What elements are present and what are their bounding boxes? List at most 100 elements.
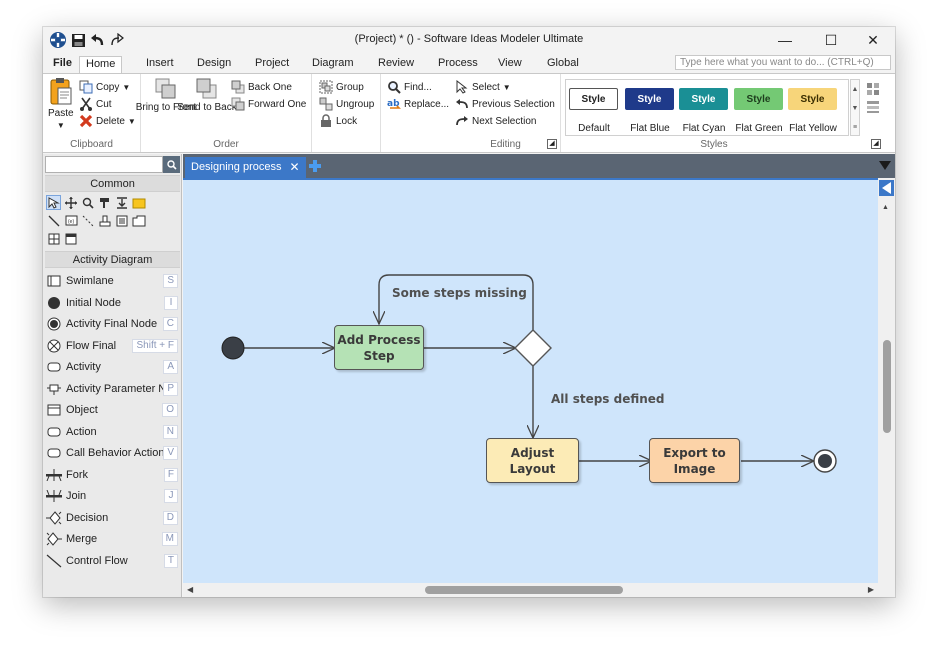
scroll-up-icon[interactable]: ▲ — [882, 204, 889, 211]
minimize-button[interactable]: — — [763, 27, 807, 53]
label-all-steps-defined[interactable]: All steps defined — [551, 392, 665, 406]
format-painter-icon[interactable] — [97, 195, 112, 210]
styles-grid-icon[interactable] — [866, 82, 880, 96]
close-button[interactable]: ✕ — [851, 27, 895, 53]
list-tool-icon[interactable] — [114, 213, 129, 228]
flow-loop-back[interactable] — [379, 274, 534, 330]
maximize-button[interactable]: ☐ — [809, 27, 853, 53]
tab-view[interactable]: View — [492, 56, 528, 73]
tab-insert[interactable]: Insert — [140, 56, 180, 73]
toolbox-item-call-behavior-action[interactable]: Call Behavior Action V — [46, 443, 178, 463]
toolbox-item-flow-final[interactable]: Flow Final Shift + F — [46, 336, 178, 356]
horizontal-scrollbar[interactable]: ◀ ▶ — [183, 583, 878, 597]
toolbox-item-action[interactable]: Action N — [46, 422, 178, 442]
frame-tool-icon[interactable] — [131, 213, 146, 228]
editing-group: Select ▼ Previous Selection Next Selecti… — [451, 74, 561, 152]
style-swatch-flat-cyan[interactable]: Style — [679, 88, 728, 110]
toolbox-item-merge[interactable]: Merge M — [46, 529, 178, 549]
style-swatch-flat-yellow[interactable]: Style — [788, 88, 837, 110]
back-one-button[interactable]: Back One — [231, 80, 292, 94]
activity-diagram-section-header[interactable]: Activity Diagram — [45, 251, 180, 268]
toolbox-item-initial-node[interactable]: Initial Node I — [46, 293, 178, 313]
label-some-steps-missing[interactable]: Some steps missing — [392, 286, 527, 300]
select-button[interactable]: Select ▼ — [455, 80, 511, 94]
toolbox-item-activity-final-node[interactable]: Activity Final Node C — [46, 314, 178, 334]
editing-dialog-launcher-icon[interactable]: ◢ — [547, 139, 557, 149]
tab-list-dropdown-icon[interactable] — [878, 158, 892, 172]
document-tab-bar: Designing process ✕ — [183, 154, 895, 178]
tab-home[interactable]: Home — [79, 56, 123, 73]
toolbox-item-fork[interactable]: Fork F — [46, 465, 178, 485]
toolbox-item-label: Swimlane — [66, 275, 114, 287]
vertical-scroll-thumb[interactable] — [883, 340, 891, 433]
initial-node[interactable] — [221, 336, 245, 360]
toolbox-item-activity[interactable]: Activity A — [46, 357, 178, 377]
previous-selection-button[interactable]: Previous Selection — [455, 97, 555, 111]
styles-dialog-launcher-icon[interactable]: ◢ — [871, 139, 881, 149]
move-tool-icon[interactable] — [63, 195, 78, 210]
ungroup-button[interactable]: Ungroup — [319, 97, 374, 111]
add-tab-icon[interactable] — [307, 158, 323, 174]
line-tool-icon[interactable] — [46, 213, 61, 228]
styles-gallery-scroll[interactable]: ▲ ▼ ≡ — [850, 79, 860, 136]
node-add-process-step[interactable]: Add Process Step — [334, 325, 424, 370]
next-selection-button[interactable]: Next Selection — [455, 114, 536, 128]
group-button[interactable]: Group — [319, 80, 364, 94]
toolbox-item-object[interactable]: Object O — [46, 400, 178, 420]
toolbox-item-join[interactable]: Join J — [46, 486, 178, 506]
toolbox-item-label: Fork — [66, 468, 88, 481]
side-panel-toggle-icon[interactable] — [879, 180, 894, 196]
vertical-scrollbar[interactable]: ▲ — [878, 178, 895, 583]
decision-node[interactable] — [514, 329, 552, 367]
close-tab-icon[interactable]: ✕ — [290, 157, 300, 178]
scroll-left-icon[interactable]: ◀ — [187, 585, 193, 594]
table-tool-icon[interactable] — [46, 231, 61, 246]
style-swatch-flat-green[interactable]: Style — [734, 88, 783, 110]
toolbox-item-activity-parameter-node[interactable]: Activity Parameter Node P — [46, 379, 178, 399]
send-to-back-button[interactable]: Send to Back — [177, 77, 237, 113]
note-tool-icon[interactable] — [131, 195, 146, 210]
lock-button[interactable]: Lock — [319, 114, 357, 128]
container-tool-icon[interactable] — [63, 231, 78, 246]
toolbox-item-swimlane[interactable]: Swimlane S — [46, 271, 178, 291]
node-adjust-layout[interactable]: Adjust Layout — [486, 438, 579, 483]
select-icon — [456, 80, 468, 94]
insert-tool-icon[interactable] — [114, 195, 129, 210]
tab-file[interactable]: File — [47, 56, 78, 73]
toolbox-search-input[interactable] — [45, 156, 163, 173]
tab-review[interactable]: Review — [372, 56, 420, 73]
toolbox-search-icon[interactable] — [163, 156, 180, 173]
dashed-line-tool-icon[interactable] — [80, 213, 95, 228]
common-section-header[interactable]: Common — [45, 175, 180, 192]
command-search-input[interactable]: Type here what you want to do... (CTRL+Q… — [675, 55, 891, 70]
tab-design[interactable]: Design — [191, 56, 237, 73]
scroll-right-icon[interactable]: ▶ — [868, 585, 874, 594]
fork-icon — [46, 468, 62, 482]
diagram-canvas[interactable]: Add Process Step Adjust Layout Export to… — [183, 178, 878, 583]
common-tools-row-2: (e) — [46, 213, 146, 228]
tab-diagram[interactable]: Diagram — [306, 56, 360, 73]
stamp-tool-icon[interactable] — [97, 213, 112, 228]
pointer-tool-icon[interactable] — [46, 195, 61, 210]
document-tab-designing-process[interactable]: Designing process ✕ — [185, 157, 306, 178]
toolbox-item-decision[interactable]: Decision D — [46, 508, 178, 528]
copy-button[interactable]: Copy ▼ — [79, 80, 130, 94]
styles-format-icon[interactable] — [866, 100, 880, 114]
delete-button[interactable]: Delete ▼ — [79, 114, 136, 128]
tab-process[interactable]: Process — [432, 56, 484, 73]
tab-project[interactable]: Project — [249, 56, 295, 73]
comment-tool-icon[interactable]: (e) — [63, 213, 78, 228]
zoom-tool-icon[interactable] — [80, 195, 95, 210]
replace-button[interactable]: ab Replace... — [387, 97, 449, 111]
object-icon — [46, 403, 62, 417]
find-button[interactable]: Find... — [387, 80, 432, 94]
tab-global[interactable]: Global — [541, 56, 585, 73]
style-swatch-default[interactable]: Style — [569, 88, 618, 110]
horizontal-scroll-thumb[interactable] — [425, 586, 623, 594]
paste-button[interactable]: Paste ▼ — [48, 77, 74, 131]
toolbox-item-control-flow[interactable]: Control Flow T — [46, 551, 178, 571]
cut-button[interactable]: Cut — [79, 97, 112, 111]
node-export-to-image[interactable]: Export to Image — [649, 438, 740, 483]
forward-one-button[interactable]: Forward One — [231, 97, 306, 111]
style-swatch-flat-blue[interactable]: Style — [625, 88, 674, 110]
